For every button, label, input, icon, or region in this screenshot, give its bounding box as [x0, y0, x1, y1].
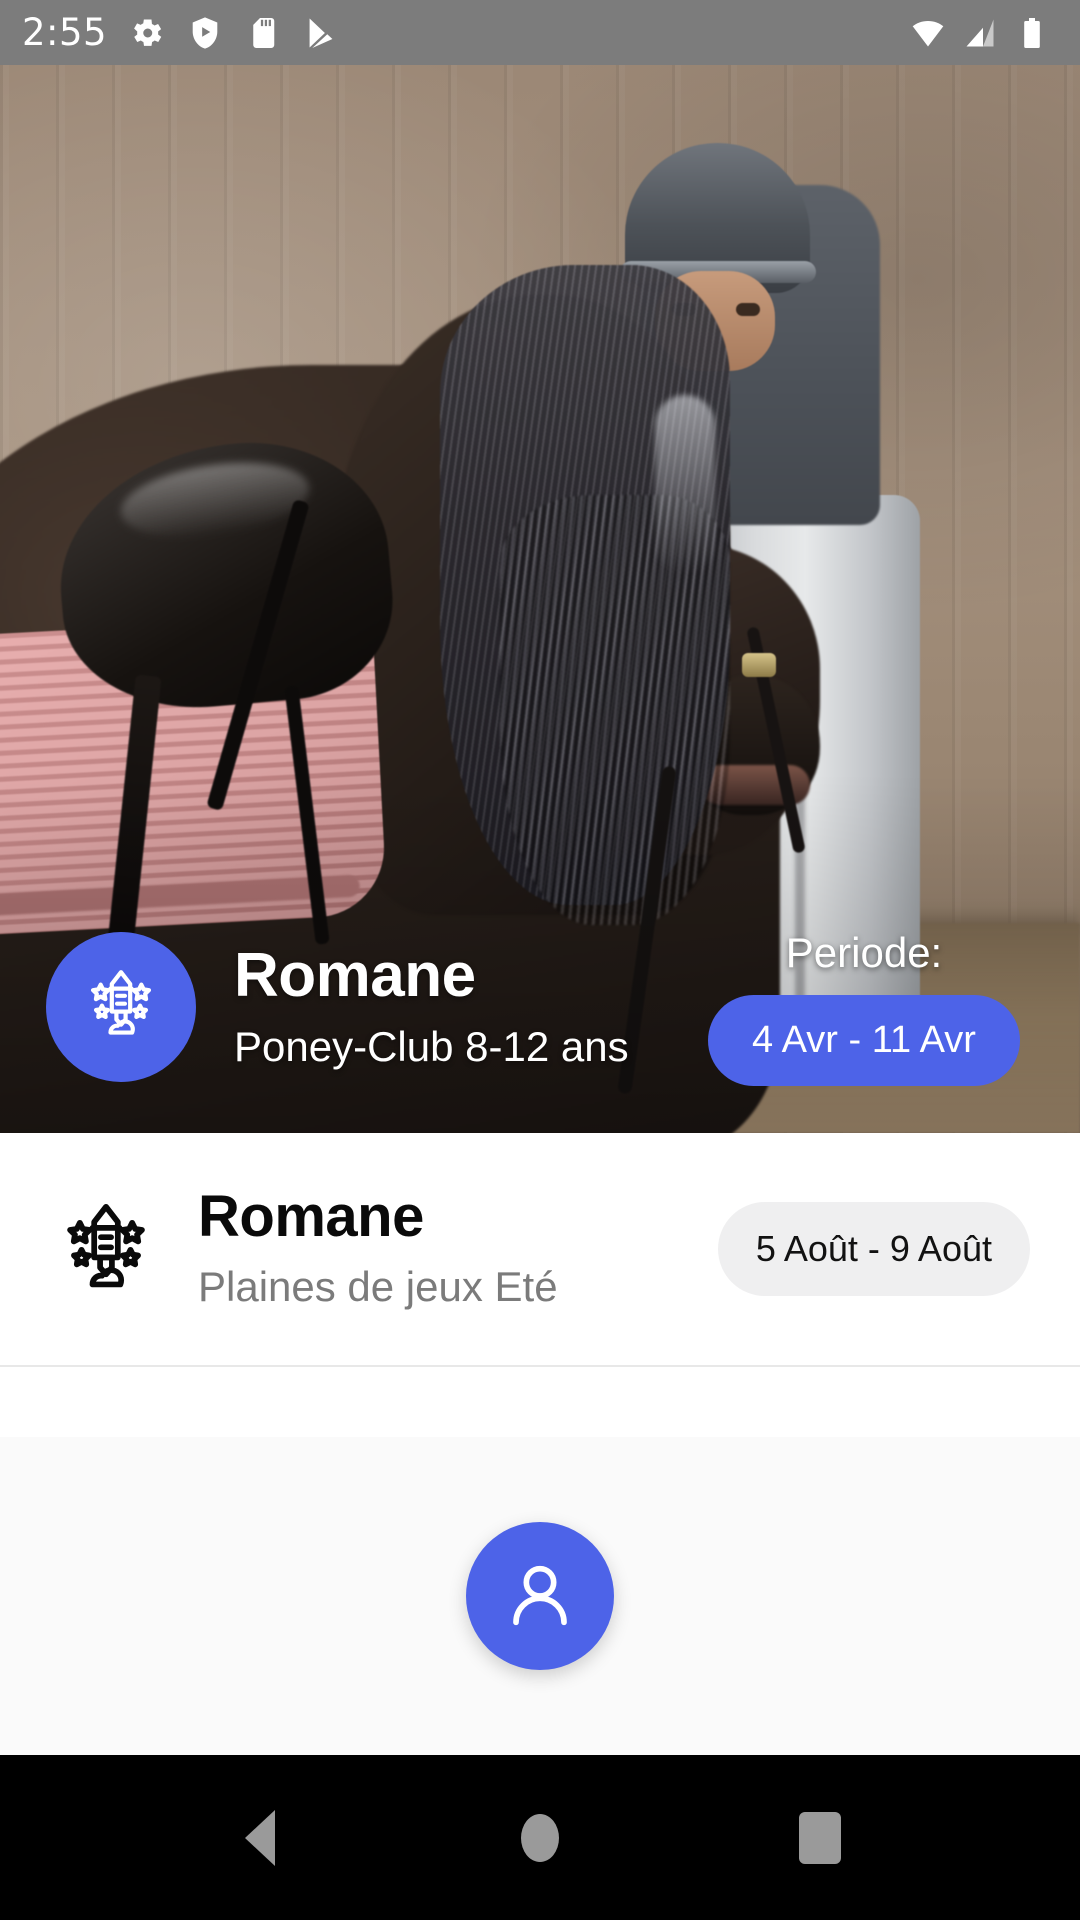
recents-square-icon — [799, 1811, 841, 1864]
status-bar: 2:55 — [0, 0, 1080, 65]
list-item-period-button[interactable]: 5 Août - 9 Août — [717, 1202, 1030, 1296]
list-item-subtitle: Plaines de jeux Eté — [198, 1263, 558, 1311]
fab-area — [0, 1437, 1080, 1755]
rocket-launch-stars-icon — [46, 1195, 166, 1303]
gear-icon — [129, 15, 165, 51]
app-screen: 2:55 Romane Poney-Club 8-12 ans Periode:… — [0, 0, 1080, 1920]
hero-period-button[interactable]: 4 Avr - 11 Avr — [708, 994, 1020, 1086]
rocket-launch-stars-icon — [79, 963, 163, 1052]
hero-overlay: Romane Poney-Club 8-12 ans Periode: 4 Av… — [0, 903, 1080, 1133]
battery-icon — [1014, 15, 1050, 51]
list-item[interactable]: Romane Plaines de jeux Eté 5 Août - 9 Ao… — [0, 1133, 1080, 1365]
cellular-signal-icon — [962, 15, 998, 51]
hero-text-group: Romane Poney-Club 8-12 ans — [234, 943, 704, 1070]
home-circle-icon — [521, 1813, 559, 1862]
list-item-text-group: Romane Plaines de jeux Eté — [198, 1183, 718, 1312]
back-triangle-icon — [245, 1809, 275, 1866]
add-profile-fab[interactable] — [466, 1522, 614, 1670]
status-bar-left-group: 2:55 — [22, 11, 339, 54]
hero-period-group: Periode: 4 Avr - 11 Avr — [704, 929, 1024, 1086]
android-nav-bar — [0, 1755, 1080, 1920]
nav-back-button[interactable] — [205, 1783, 315, 1893]
list-divider — [0, 1365, 1080, 1367]
nav-home-button[interactable] — [485, 1783, 595, 1893]
hero-header-image: Romane Poney-Club 8-12 ans Periode: 4 Av… — [0, 65, 1080, 1133]
sd-card-icon — [245, 15, 281, 51]
status-clock: 2:55 — [22, 11, 108, 54]
play-protect-shield-icon — [187, 15, 223, 51]
hero-subtitle: Poney-Club 8-12 ans — [234, 1022, 629, 1070]
nav-recents-button[interactable] — [765, 1783, 875, 1893]
list-item-title: Romane — [198, 1183, 424, 1249]
hero-title: Romane — [234, 941, 476, 1011]
wifi-icon — [910, 15, 946, 51]
activity-list: Romane Plaines de jeux Eté 5 Août - 9 Ao… — [0, 1133, 1080, 1367]
play-store-icon — [303, 15, 339, 51]
status-bar-right-group — [910, 15, 1058, 51]
person-icon — [500, 1555, 580, 1638]
hero-period-label: Periode: — [785, 928, 943, 976]
hero-avatar-badge — [46, 932, 196, 1082]
